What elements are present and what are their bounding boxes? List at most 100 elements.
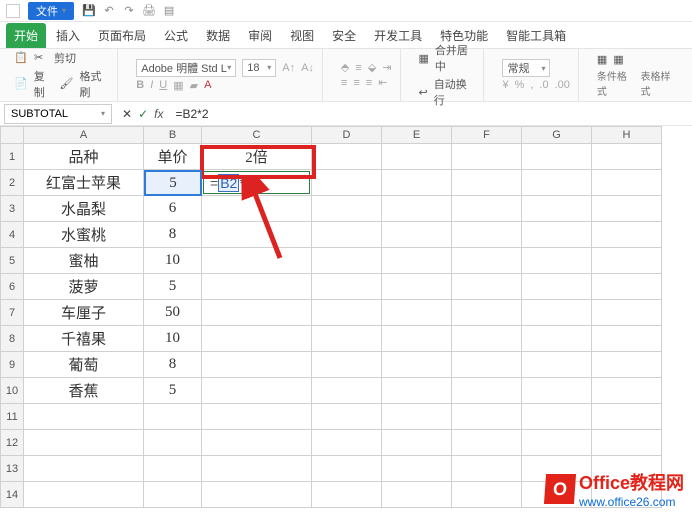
cell-F7[interactable] [452, 300, 522, 326]
cell-E2[interactable] [382, 170, 452, 196]
merge-icon[interactable]: ▦ [419, 52, 429, 65]
cell-E12[interactable] [382, 430, 452, 456]
cell-A1[interactable]: 品种 [24, 144, 144, 170]
tab-review[interactable]: 审阅 [240, 23, 280, 48]
cell-D5[interactable] [312, 248, 382, 274]
wrap-icon[interactable]: ↩ [419, 86, 428, 99]
cell-B4[interactable]: 8 [144, 222, 202, 248]
decrease-font-icon[interactable]: A↓ [301, 62, 314, 74]
row-header-12[interactable]: 12 [0, 430, 24, 456]
cell-F1[interactable] [452, 144, 522, 170]
tab-security[interactable]: 安全 [324, 23, 364, 48]
print-icon[interactable]: 🖨 [142, 4, 156, 18]
cell-F13[interactable] [452, 456, 522, 482]
percent-icon[interactable]: % [515, 79, 525, 91]
cell-F14[interactable] [452, 482, 522, 508]
cell-A5[interactable]: 蜜柚 [24, 248, 144, 274]
cell-B14[interactable] [144, 482, 202, 508]
cell-C2[interactable]: =B2*2 [202, 170, 312, 196]
cell-E4[interactable] [382, 222, 452, 248]
cell-D4[interactable] [312, 222, 382, 248]
cell-D7[interactable] [312, 300, 382, 326]
cell-H5[interactable] [592, 248, 662, 274]
row-header-4[interactable]: 4 [0, 222, 24, 248]
name-box[interactable]: SUBTOTAL ▾ [4, 104, 112, 124]
col-header-H[interactable]: H [592, 126, 662, 144]
cell-A13[interactable] [24, 456, 144, 482]
cell-C3[interactable] [202, 196, 312, 222]
cell-C6[interactable] [202, 274, 312, 300]
row-header-14[interactable]: 14 [0, 482, 24, 508]
cell-D14[interactable] [312, 482, 382, 508]
font-color-icon[interactable]: A [204, 79, 211, 91]
row-header-10[interactable]: 10 [0, 378, 24, 404]
cell-E10[interactable] [382, 378, 452, 404]
tab-home[interactable]: 开始 [6, 23, 46, 48]
cell-G3[interactable] [522, 196, 592, 222]
cell-G11[interactable] [522, 404, 592, 430]
cell-D13[interactable] [312, 456, 382, 482]
cell-E11[interactable] [382, 404, 452, 430]
tab-layout[interactable]: 页面布局 [90, 23, 154, 48]
cell-C10[interactable] [202, 378, 312, 404]
number-format-select[interactable]: 常规▾ [502, 59, 550, 77]
cell-F2[interactable] [452, 170, 522, 196]
confirm-icon[interactable]: ✓ [138, 107, 148, 121]
redo-icon[interactable]: ↷ [122, 4, 136, 18]
currency-icon[interactable]: ¥ [502, 79, 508, 91]
cell-D9[interactable] [312, 352, 382, 378]
cell-D3[interactable] [312, 196, 382, 222]
cell-H9[interactable] [592, 352, 662, 378]
table-style-icon[interactable]: ▦ [613, 53, 623, 66]
cell-A9[interactable]: 葡萄 [24, 352, 144, 378]
cut-icon[interactable]: ✂ [34, 51, 48, 65]
cell-A7[interactable]: 车厘子 [24, 300, 144, 326]
cell-G10[interactable] [522, 378, 592, 404]
copy-icon[interactable]: 📄 [14, 77, 28, 91]
cell-G1[interactable] [522, 144, 592, 170]
cell-E3[interactable] [382, 196, 452, 222]
paste-icon[interactable]: 📋 [14, 51, 28, 65]
cell-H2[interactable] [592, 170, 662, 196]
inc-decimal-icon[interactable]: .0 [539, 79, 548, 91]
tab-insert[interactable]: 插入 [48, 23, 88, 48]
cell-G2[interactable] [522, 170, 592, 196]
cell-B11[interactable] [144, 404, 202, 430]
cell-D1[interactable] [312, 144, 382, 170]
outdent-icon[interactable]: ⇤ [378, 76, 387, 89]
increase-font-icon[interactable]: A↑ [282, 62, 295, 74]
cell-E1[interactable] [382, 144, 452, 170]
cell-C13[interactable] [202, 456, 312, 482]
cell-H10[interactable] [592, 378, 662, 404]
cell-B13[interactable] [144, 456, 202, 482]
tab-formula[interactable]: 公式 [156, 23, 196, 48]
cell-G12[interactable] [522, 430, 592, 456]
row-header-7[interactable]: 7 [0, 300, 24, 326]
cell-H6[interactable] [592, 274, 662, 300]
cell-D10[interactable] [312, 378, 382, 404]
italic-button[interactable]: I [150, 79, 153, 91]
undo-icon[interactable]: ↶ [102, 4, 116, 18]
cell-B5[interactable]: 10 [144, 248, 202, 274]
cell-C4[interactable] [202, 222, 312, 248]
bold-button[interactable]: B [136, 79, 144, 91]
cancel-icon[interactable]: ✕ [122, 107, 132, 121]
cell-A12[interactable] [24, 430, 144, 456]
row-header-11[interactable]: 11 [0, 404, 24, 430]
cell-B10[interactable]: 5 [144, 378, 202, 404]
row-header-9[interactable]: 9 [0, 352, 24, 378]
underline-button[interactable]: U [159, 79, 167, 91]
cell-D8[interactable] [312, 326, 382, 352]
cell-B6[interactable]: 5 [144, 274, 202, 300]
cond-format-icon[interactable]: ▦ [597, 53, 607, 66]
select-all-corner[interactable] [0, 126, 24, 144]
cell-C7[interactable] [202, 300, 312, 326]
cell-G4[interactable] [522, 222, 592, 248]
cell-E5[interactable] [382, 248, 452, 274]
align-right-icon[interactable]: ≡ [366, 77, 372, 89]
cell-B2[interactable]: 5 [144, 170, 202, 196]
cell-A6[interactable]: 菠萝 [24, 274, 144, 300]
formula-input[interactable]: =B2*2 [169, 107, 692, 121]
cell-D2[interactable] [312, 170, 382, 196]
row-header-5[interactable]: 5 [0, 248, 24, 274]
